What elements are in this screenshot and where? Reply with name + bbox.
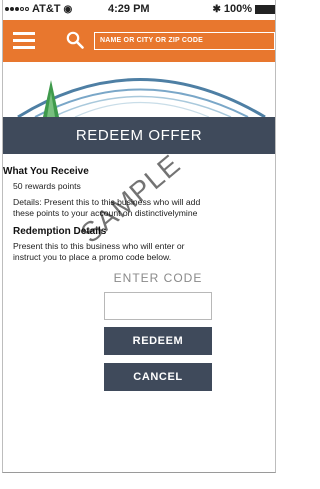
cancel-button[interactable]: CANCEL bbox=[104, 363, 212, 391]
status-bar: AT&T ◉ 4:29 PM ✱ 100% bbox=[3, 0, 275, 20]
wifi-icon: ◉ bbox=[63, 3, 73, 15]
receive-points: 50 rewards points bbox=[13, 181, 81, 191]
promo-code-input[interactable] bbox=[104, 292, 212, 320]
status-time: 4:29 PM bbox=[108, 3, 150, 15]
top-nav-bar: NAME OR CITY OR ZIP CODE bbox=[3, 20, 275, 62]
redemption-line1: Present this to this business who will e… bbox=[13, 241, 185, 251]
battery-percent: 100% bbox=[223, 3, 252, 15]
battery-icon bbox=[255, 4, 275, 14]
menu-icon[interactable] bbox=[13, 30, 35, 50]
carrier-group: AT&T ◉ bbox=[5, 3, 72, 15]
redeem-button[interactable]: REDEEM bbox=[104, 327, 212, 355]
phone-screen: AT&T ◉ 4:29 PM ✱ 100% NAME OR CITY OR ZI… bbox=[2, 0, 276, 473]
receive-title: What You Receive bbox=[3, 166, 89, 177]
enter-code-label: ENTER CODE bbox=[113, 271, 203, 285]
search-input[interactable]: NAME OR CITY OR ZIP CODE bbox=[94, 32, 275, 50]
status-right: ✱ 100% bbox=[212, 3, 275, 15]
redemption-line2: instruct you to place a promo code below… bbox=[13, 252, 172, 262]
redemption-title: Redemption Details bbox=[13, 226, 107, 237]
receive-details-line1: Details: Present this to this business w… bbox=[13, 197, 201, 207]
page-title: REDEEM OFFER bbox=[3, 117, 275, 154]
receive-details-line2: these points to your account on distinct… bbox=[13, 208, 198, 218]
signal-icon bbox=[5, 7, 29, 11]
bluetooth-icon: ✱ bbox=[212, 3, 221, 15]
banner-graphic bbox=[3, 62, 275, 117]
carrier-name: AT&T bbox=[32, 3, 61, 15]
search-icon[interactable] bbox=[66, 31, 84, 49]
